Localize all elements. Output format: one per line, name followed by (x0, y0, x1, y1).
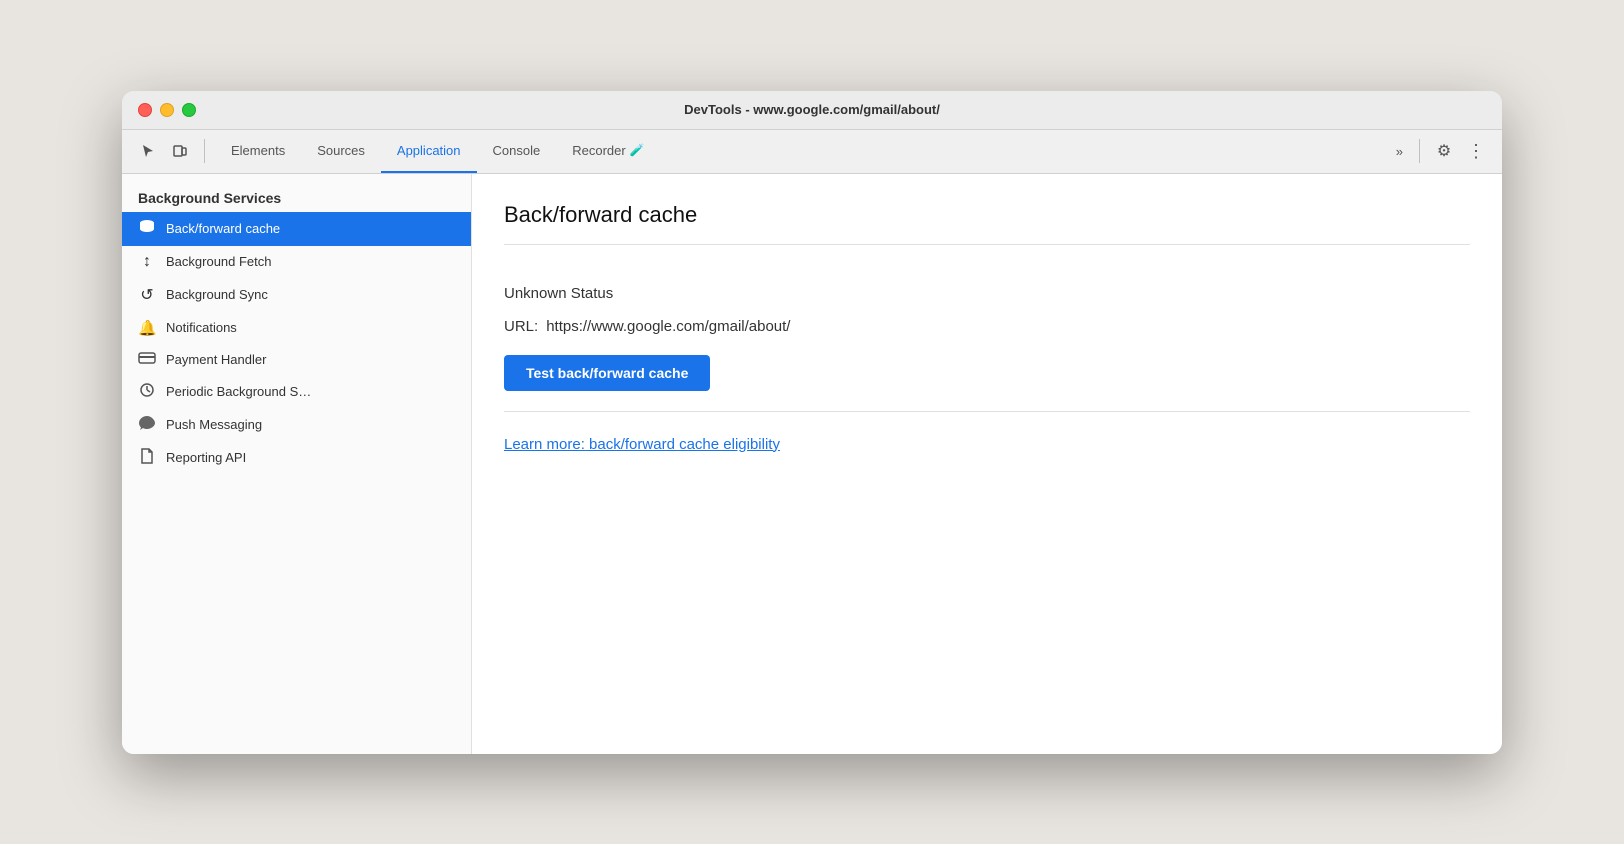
bfcache-icon (138, 219, 156, 239)
main-panel: Back/forward cache Unknown Status URL: h… (472, 174, 1502, 754)
tab-recorder[interactable]: Recorder 🧪 (556, 129, 660, 173)
tab-sources[interactable]: Sources (301, 129, 381, 173)
toolbar: Elements Sources Application Console Rec… (122, 130, 1502, 174)
maximize-button[interactable] (182, 103, 196, 117)
url-row: URL: https://www.google.com/gmail/about/ (504, 318, 1470, 335)
test-bfcache-button[interactable]: Test back/forward cache (504, 355, 710, 391)
sidebar-item-bg-fetch[interactable]: ↕ Background Fetch (122, 246, 471, 278)
periodic-bg-icon (138, 382, 156, 402)
device-toggle-button[interactable] (166, 137, 194, 165)
sidebar-item-notifications[interactable]: 🔔 Notifications (122, 312, 471, 344)
sidebar-item-reporting-api[interactable]: Reporting API (122, 441, 471, 475)
tab-console[interactable]: Console (477, 129, 557, 173)
content-area: Background Services Back/forward cache ↕… (122, 174, 1502, 754)
status-section: Unknown Status URL: https://www.google.c… (504, 265, 1470, 412)
sidebar-item-push-messaging-label: Push Messaging (166, 417, 262, 432)
sidebar-section-header: Background Services (122, 182, 471, 212)
recorder-flask-icon: 🧪 (630, 143, 645, 157)
title-bar: DevTools - www.google.com/gmail/about/ (122, 91, 1502, 130)
minimize-button[interactable] (160, 103, 174, 117)
traffic-lights (138, 103, 196, 117)
payment-handler-icon (138, 351, 156, 368)
url-label: URL: (504, 318, 538, 335)
sidebar-item-bfcache[interactable]: Back/forward cache (122, 212, 471, 246)
sidebar-item-periodic-bg[interactable]: Periodic Background S… (122, 375, 471, 409)
reporting-api-icon (138, 448, 156, 468)
cursor-icon-button[interactable] (134, 137, 162, 165)
sidebar-item-bfcache-label: Back/forward cache (166, 221, 280, 236)
sidebar-item-bg-sync[interactable]: ↺ Background Sync (122, 278, 471, 312)
sidebar-item-push-messaging[interactable]: Push Messaging (122, 409, 471, 441)
sidebar-item-bg-sync-label: Background Sync (166, 287, 268, 302)
devtools-window: DevTools - www.google.com/gmail/about/ E… (122, 91, 1502, 754)
tab-application[interactable]: Application (381, 129, 477, 173)
more-options-button[interactable]: ⋮ (1462, 137, 1490, 165)
sidebar-item-bg-fetch-label: Background Fetch (166, 254, 272, 269)
sidebar: Background Services Back/forward cache ↕… (122, 174, 472, 754)
tab-elements[interactable]: Elements (215, 129, 301, 173)
sidebar-item-periodic-bg-label: Periodic Background S… (166, 384, 311, 399)
tab-recorder-label: Recorder (572, 143, 625, 158)
learn-more-link[interactable]: Learn more: back/forward cache eligibili… (504, 436, 780, 453)
url-value: https://www.google.com/gmail/about/ (546, 318, 790, 335)
close-button[interactable] (138, 103, 152, 117)
window-title: DevTools - www.google.com/gmail/about/ (684, 102, 940, 117)
bg-fetch-icon: ↕ (138, 253, 156, 271)
bg-sync-icon: ↺ (138, 285, 156, 305)
more-tabs-button[interactable]: » (1390, 137, 1409, 165)
status-text: Unknown Status (504, 285, 1470, 302)
tabs-container: Elements Sources Application Console Rec… (215, 129, 1386, 173)
sidebar-item-reporting-api-label: Reporting API (166, 450, 246, 465)
push-messaging-icon (138, 416, 156, 434)
learn-more-section: Learn more: back/forward cache eligibili… (504, 412, 1470, 478)
sidebar-item-payment-handler[interactable]: Payment Handler (122, 344, 471, 375)
toolbar-divider-right (1419, 139, 1420, 163)
toolbar-divider (204, 139, 205, 163)
settings-button[interactable]: ⚙ (1430, 137, 1458, 165)
toolbar-right: » ⚙ ⋮ (1390, 137, 1490, 165)
sidebar-item-notifications-label: Notifications (166, 320, 237, 335)
notifications-icon: 🔔 (138, 319, 156, 337)
panel-title: Back/forward cache (504, 202, 1470, 245)
sidebar-item-payment-handler-label: Payment Handler (166, 352, 266, 367)
